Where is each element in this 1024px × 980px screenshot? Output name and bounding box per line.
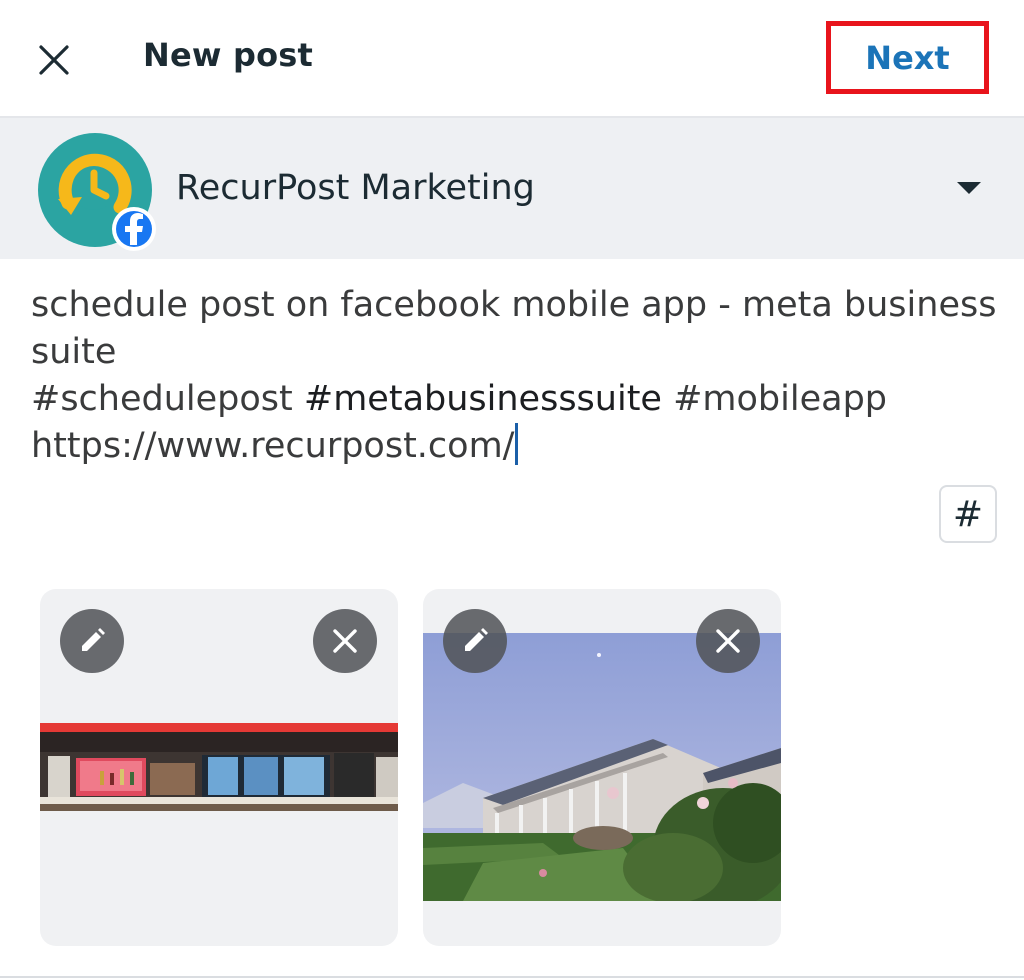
text-cursor [515,423,519,465]
close-button[interactable] [32,38,76,82]
next-button[interactable]: Next [826,21,989,94]
pencil-icon [465,628,488,651]
avatar [38,133,156,251]
chevron-down-icon[interactable] [957,182,981,194]
hashtag-button[interactable]: # [939,485,997,543]
divider [0,976,1024,978]
close-icon [39,45,69,75]
remove-media-button[interactable] [313,609,377,673]
post-hashtags: #schedulepost #metabusinesssuite #mobile… [31,376,1001,423]
media-card[interactable] [40,589,398,946]
remove-media-button[interactable] [696,609,760,673]
edit-media-button[interactable] [60,609,124,673]
close-icon [333,629,357,653]
media-card[interactable] [423,589,781,946]
hashtag: #mobileapp [673,379,888,419]
hashtag: #metabusinesssuite [303,379,674,419]
post-text-input[interactable]: schedule post on facebook mobile app - m… [31,282,1001,470]
recurpost-logo [38,133,156,251]
post-text-line: suite [31,332,117,372]
page-title: New post [143,36,314,74]
hashtag: #schedulepost [31,379,304,419]
post-url: https://www.recurpost.com/ [31,423,1001,470]
motel-exterior-photo [423,633,781,901]
account-name: RecurPost Marketing [176,168,535,208]
post-text-line: schedule post on facebook mobile app - m… [31,285,997,325]
bar-interior-photo [40,723,398,811]
edit-media-button[interactable] [443,609,507,673]
top-bar: New post Next [0,0,1024,118]
post-url-text: https://www.recurpost.com/ [31,426,515,466]
account-selector[interactable]: RecurPost Marketing [0,118,1024,259]
pencil-icon [82,628,105,651]
close-icon [716,629,740,653]
